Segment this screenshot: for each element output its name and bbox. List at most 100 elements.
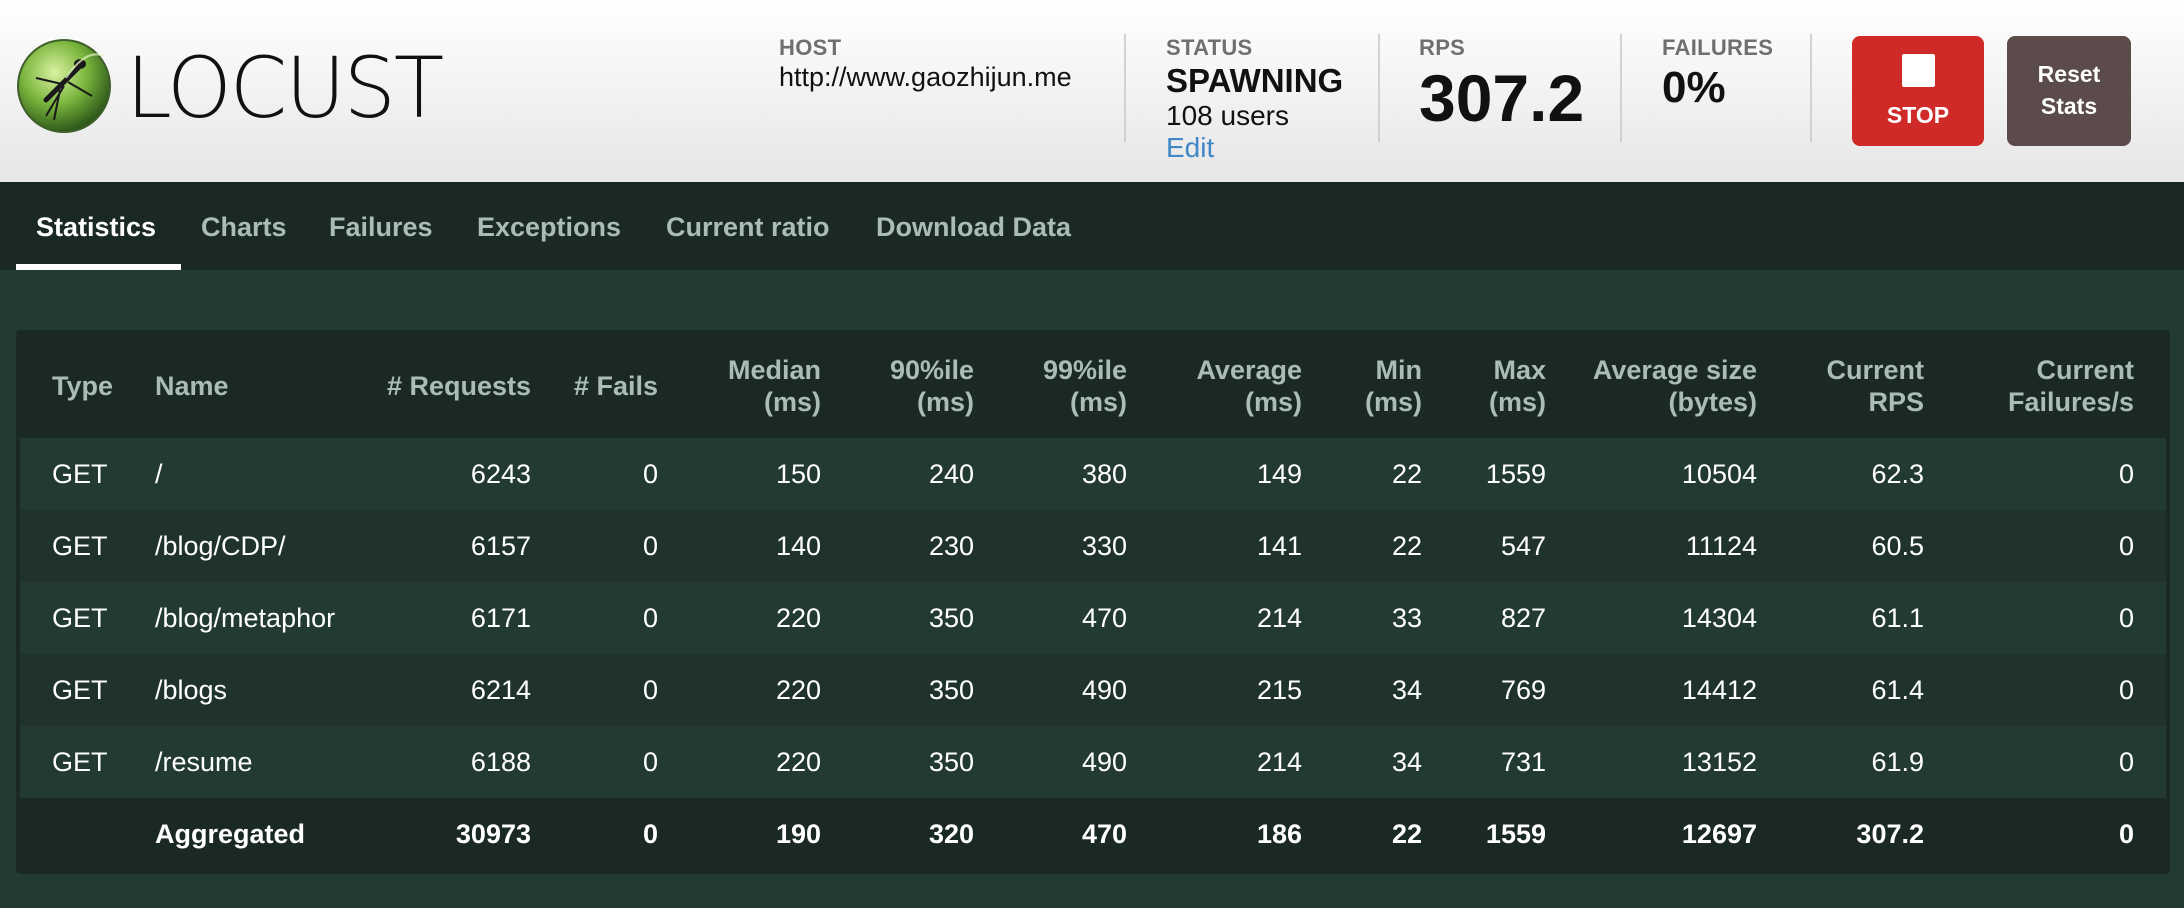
cell-type: GET — [52, 531, 108, 561]
cell-median: 140 — [775, 531, 821, 561]
cell-fails: 0 — [642, 531, 658, 561]
cell-requests: 6171 — [470, 603, 531, 633]
cell-type: GET — [52, 675, 108, 705]
host-label: HOST — [779, 35, 842, 60]
cell-min: 22 — [1391, 819, 1422, 849]
cell-max: 547 — [1500, 531, 1546, 561]
aggregated-row: Aggregated 30973 0 190 320 470 186 22 1559 12697 3… — [20, 798, 2166, 870]
locust-logo-icon — [17, 39, 111, 133]
cell-median: 190 — [775, 819, 821, 849]
reset-label-line2: Stats — [2040, 93, 2098, 119]
cell-current-failures: 0 — [2118, 747, 2134, 777]
tab-statistics[interactable]: Statistics — [36, 212, 156, 243]
column-header-current-rps[interactable]: Current RPS — [1826, 354, 1924, 418]
cell-min: 34 — [1391, 675, 1422, 705]
cell-p99: 490 — [1081, 675, 1127, 705]
cell-p90: 230 — [928, 531, 974, 561]
cell-current-rps: 61.4 — [1871, 675, 1924, 705]
edit-link[interactable]: Edit — [1166, 132, 1214, 164]
cell-name: Aggregated — [155, 819, 306, 849]
cell-max: 1559 — [1485, 459, 1546, 489]
cell-current-rps: 307.2 — [1856, 819, 1924, 849]
tab-charts[interactable]: Charts — [201, 212, 287, 243]
cell-current-failures: 0 — [2118, 531, 2134, 561]
table-row: GET / 6243 0 150 240 380 149 22 1559 10504 62.3 0 — [20, 438, 2166, 510]
logo-text: LOCUST — [126, 39, 444, 137]
cell-median: 220 — [775, 675, 821, 705]
cell-average: 214 — [1256, 603, 1302, 633]
tab-current-ratio[interactable]: Current ratio — [666, 212, 830, 243]
cell-max: 1559 — [1485, 819, 1546, 849]
cell-type: GET — [52, 747, 108, 777]
column-header-p99[interactable]: 99%ile (ms) — [1043, 354, 1127, 418]
column-header-current-failures[interactable]: Current Failures/s — [2008, 354, 2134, 418]
cell-fails: 0 — [642, 459, 658, 489]
stop-icon — [1902, 54, 1935, 87]
reset-label-line1: Reset — [2037, 61, 2101, 87]
column-header-median[interactable]: Median (ms) — [728, 354, 821, 418]
column-header-type[interactable]: Type — [52, 370, 113, 402]
header: LOCUST HOST http://www.gaozhijun.me STAT… — [0, 0, 2184, 182]
tab-exceptions[interactable]: Exceptions — [477, 212, 621, 243]
cell-p99: 380 — [1081, 459, 1127, 489]
cell-max: 827 — [1500, 603, 1546, 633]
column-header-min[interactable]: Min (ms) — [1365, 354, 1422, 418]
failures-value: 0% — [1662, 63, 1726, 112]
cell-fails: 0 — [642, 603, 658, 633]
stop-button[interactable]: STOP — [1852, 36, 1984, 146]
column-header-max[interactable]: Max (ms) — [1489, 354, 1546, 418]
cell-avg-size: 11124 — [1685, 531, 1757, 561]
table-row: GET/blog/metaphor 6171 0 220 350 470 214 33 827 1… — [20, 582, 2166, 654]
user-count: 108 users — [1166, 100, 1289, 131]
cell-avg-size: 14304 — [1681, 603, 1757, 633]
column-header-name[interactable]: Name — [155, 370, 229, 402]
cell-current-failures: 0 — [2118, 459, 2134, 489]
cell-min: 33 — [1391, 603, 1422, 633]
rps-value: 307.2 — [1419, 61, 1585, 135]
cell-avg-size: 13152 — [1681, 747, 1757, 777]
column-header-fails[interactable]: # Fails — [574, 370, 658, 402]
divider — [1124, 34, 1126, 142]
cell-min: 22 — [1391, 531, 1422, 561]
cell-p90: 350 — [928, 675, 974, 705]
column-header-avg-size[interactable]: Average size (bytes) — [1593, 354, 1757, 418]
column-header-requests[interactable]: # Requests — [387, 370, 531, 402]
cell-current-failures: 0 — [2118, 603, 2134, 633]
cell-p90: 350 — [928, 603, 974, 633]
cell-name: / — [155, 459, 163, 489]
statistics-table: Type Name # Requests # Fails Median (ms) 90%il… — [16, 330, 2170, 874]
active-tab-indicator — [16, 264, 181, 270]
tab-failures[interactable]: Failures — [329, 212, 433, 243]
column-header-p90[interactable]: 90%ile (ms) — [890, 354, 974, 418]
table-row: GET/blog/CDP/6157 0 140 230 330 141 22 547 11124… — [20, 510, 2166, 582]
cell-requests: 30973 — [455, 819, 531, 849]
cell-type: GET — [52, 603, 108, 633]
cell-type: GET — [52, 459, 108, 489]
cell-p99: 470 — [1081, 603, 1127, 633]
column-header-average[interactable]: Average (ms) — [1196, 354, 1302, 418]
cell-current-rps: 60.5 — [1871, 531, 1924, 561]
cell-current-failures: 0 — [2118, 819, 2134, 849]
cell-max: 731 — [1500, 747, 1546, 777]
cell-current-rps: 62.3 — [1871, 459, 1924, 489]
divider — [1810, 34, 1812, 142]
divider — [1620, 34, 1622, 142]
cell-requests: 6243 — [470, 459, 531, 489]
cell-p99: 470 — [1081, 819, 1127, 849]
divider — [1378, 34, 1380, 142]
cell-min: 34 — [1391, 747, 1422, 777]
cell-name: /resume — [155, 747, 253, 777]
cell-p90: 320 — [928, 819, 974, 849]
cell-fails: 0 — [642, 747, 658, 777]
table-row: GET/blogs 6214 0 220 350 490 215 34 769 14412 61.4… — [20, 654, 2166, 726]
cell-median: 220 — [775, 603, 821, 633]
cell-name: /blog/metaphor — [155, 603, 336, 633]
cell-fails: 0 — [642, 819, 658, 849]
table-header: Type Name # Requests # Fails Median (ms) 90%il… — [16, 330, 2170, 438]
cell-min: 22 — [1391, 459, 1422, 489]
cell-current-failures: 0 — [2118, 675, 2134, 705]
reset-stats-button[interactable]: Reset Stats — [2007, 36, 2131, 146]
tab-download-data[interactable]: Download Data — [876, 212, 1071, 243]
cell-fails: 0 — [642, 675, 658, 705]
cell-requests: 6214 — [470, 675, 531, 705]
